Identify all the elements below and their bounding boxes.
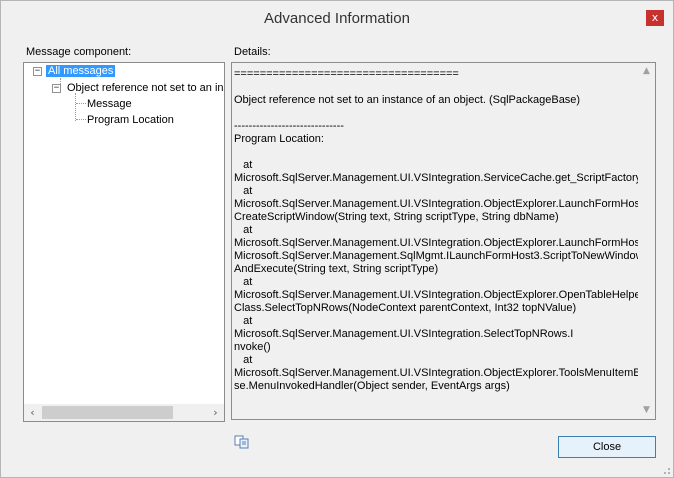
arrow-right-icon[interactable]: › bbox=[207, 404, 224, 421]
scroll-thumb[interactable] bbox=[42, 406, 173, 419]
collapse-root-icon[interactable]: − bbox=[33, 67, 42, 76]
tree-connector bbox=[76, 103, 86, 104]
details-vertical-scrollbar[interactable]: ▲ ▼ bbox=[638, 63, 655, 419]
tree-connector bbox=[76, 119, 86, 120]
copy-icon[interactable] bbox=[234, 435, 250, 449]
arrow-up-icon[interactable]: ▲ bbox=[638, 63, 655, 80]
arrow-left-icon[interactable]: ‹ bbox=[24, 404, 41, 421]
details-label: Details: bbox=[234, 46, 271, 58]
message-component-label: Message component: bbox=[26, 46, 132, 58]
tree-horizontal-scrollbar[interactable]: ‹ › bbox=[24, 404, 224, 421]
collapse-child-icon[interactable]: − bbox=[52, 84, 61, 93]
tree-item-label: All messages bbox=[46, 65, 116, 77]
tree-item-object-reference[interactable]: Object reference not set to an ins bbox=[67, 81, 224, 96]
message-component-tree[interactable]: − All messages − Object reference not se… bbox=[23, 62, 225, 422]
advanced-information-dialog: Advanced Information x Message component… bbox=[0, 0, 674, 478]
resize-grip-icon[interactable] bbox=[661, 465, 671, 475]
title-bar[interactable]: Advanced Information x bbox=[1, 1, 673, 35]
window-title: Advanced Information bbox=[264, 10, 410, 27]
tree-connector bbox=[75, 93, 76, 121]
details-text[interactable]: =================================== Obje… bbox=[234, 68, 649, 393]
tree-item-program-location[interactable]: Program Location bbox=[87, 113, 174, 128]
details-textbox[interactable]: =================================== Obje… bbox=[231, 62, 656, 420]
close-icon[interactable]: x bbox=[646, 10, 664, 26]
arrow-down-icon[interactable]: ▼ bbox=[638, 402, 655, 419]
tree-item-message[interactable]: Message bbox=[87, 97, 132, 112]
close-button[interactable]: Close bbox=[558, 436, 656, 458]
tree-item-all-messages[interactable]: All messages bbox=[46, 64, 116, 79]
